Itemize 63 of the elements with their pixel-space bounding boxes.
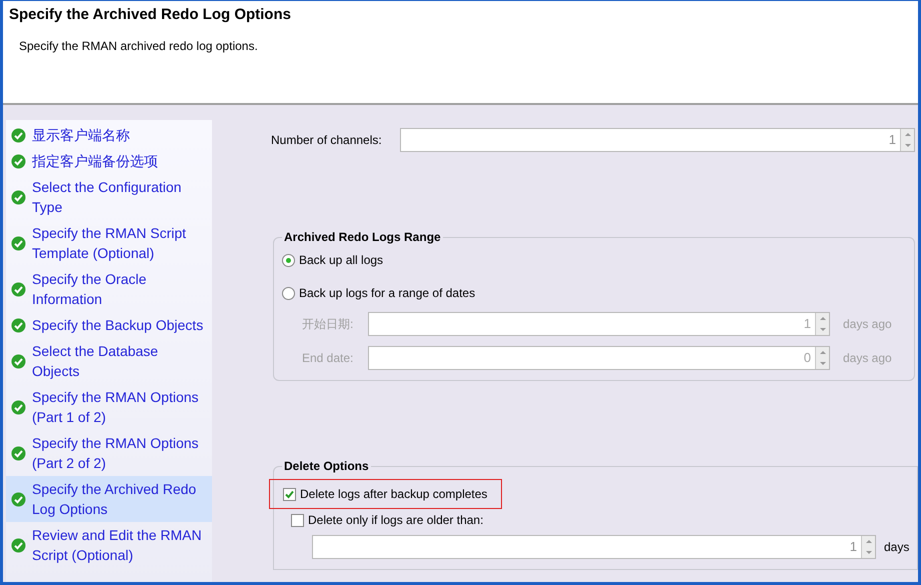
step-item[interactable]: Specify the Oracle Information: [6, 266, 212, 312]
checkbox-option[interactable]: Delete logs after backup completes: [269, 479, 502, 509]
radio-option[interactable]: Back up logs for a range of dates: [282, 284, 906, 302]
step-label: 指定客户端备份选项: [32, 152, 158, 171]
page-subtitle: Specify the RMAN archived redo log options.: [19, 38, 259, 54]
step-label: Specify the Backup Objects: [32, 316, 204, 335]
step-label: Specify the Oracle Information: [32, 270, 148, 309]
field-value: 1: [848, 538, 858, 556]
step-label: Specify the RMAN Options (Part 1 of 2): [32, 388, 200, 427]
radio-label: Back up all logs: [299, 252, 384, 269]
step-item[interactable]: Specify the Backup Objects: [6, 312, 212, 338]
step-item[interactable]: Review and Edit the RMAN Script (Optional): [6, 522, 212, 568]
check-circle-icon: [11, 236, 26, 250]
check-circle-icon: [11, 354, 26, 368]
step-label: Specify the RMAN Script Template (Optional): [32, 224, 188, 263]
radio-option[interactable]: Back up all logs: [282, 251, 906, 269]
step-item[interactable]: Select the Database Objects: [6, 338, 212, 384]
window-title: Specify the Archived Redo Log Options: [9, 5, 292, 25]
field-value: 0: [802, 349, 812, 367]
step-label: Select the Database Objects: [32, 342, 160, 381]
checkbox-label: Delete logs after backup completes: [300, 486, 488, 503]
step-item[interactable]: Specify the RMAN Options (Part 2 of 2): [6, 430, 212, 476]
spin-buttons[interactable]: [900, 129, 914, 151]
group-title: Delete Options: [283, 458, 370, 475]
unit-label: days ago: [842, 350, 893, 367]
check-circle-icon: [11, 492, 26, 506]
check-circle-icon: [11, 128, 26, 142]
check-circle-icon: [11, 190, 26, 204]
field-value: 1: [888, 131, 897, 149]
step-item[interactable]: Specify the RMAN Script Template (Optional): [6, 220, 212, 266]
field-value: 1: [802, 315, 812, 333]
group-title: Archived Redo Logs Range: [283, 229, 442, 246]
radio-label: Back up logs for a range of dates: [299, 285, 476, 302]
check-circle-icon: [11, 446, 26, 460]
step-item[interactable]: 指定客户端备份选项: [6, 148, 212, 174]
step-label: Specify the RMAN Options (Part 2 of 2): [32, 434, 200, 473]
step-item[interactable]: 显示客户端名称: [6, 122, 212, 148]
radio-button[interactable]: [282, 254, 295, 266]
check-circle-icon: [11, 538, 26, 552]
check-circle-icon: [11, 282, 26, 296]
step-item[interactable]: Specify the RMAN Options (Part 1 of 2): [6, 384, 212, 430]
spin-buttons[interactable]: [815, 347, 829, 369]
step-item[interactable]: Specify the Archived Redo Log Options: [6, 476, 212, 522]
radio-button[interactable]: [282, 286, 295, 300]
step-label: Specify the Archived Redo Log Options: [32, 480, 198, 519]
checkbox-option[interactable]: Delete only if logs are older than:: [290, 510, 484, 530]
channels-label: Number of channels:: [271, 132, 383, 149]
date-label: 开始日期:: [302, 316, 354, 333]
spin-buttons[interactable]: [861, 536, 875, 558]
checkbox[interactable]: [283, 488, 296, 500]
checkbox[interactable]: [291, 514, 304, 526]
step-label: Review and Edit the RMAN Script (Optional): [32, 526, 203, 565]
step-item[interactable]: Select the Configuration Type: [6, 174, 212, 220]
checkbox-label: Delete only if logs are older than:: [308, 512, 484, 529]
unit-label: days: [883, 539, 909, 556]
check-circle-icon: [11, 154, 26, 168]
unit-label: days ago: [842, 316, 893, 333]
date-label: End date:: [302, 350, 354, 367]
step-label: Select the Configuration Type: [32, 178, 182, 217]
step-label: 显示客户端名称: [32, 126, 130, 145]
check-circle-icon: [11, 400, 26, 414]
check-circle-icon: [11, 318, 26, 332]
spin-buttons[interactable]: [815, 313, 829, 335]
